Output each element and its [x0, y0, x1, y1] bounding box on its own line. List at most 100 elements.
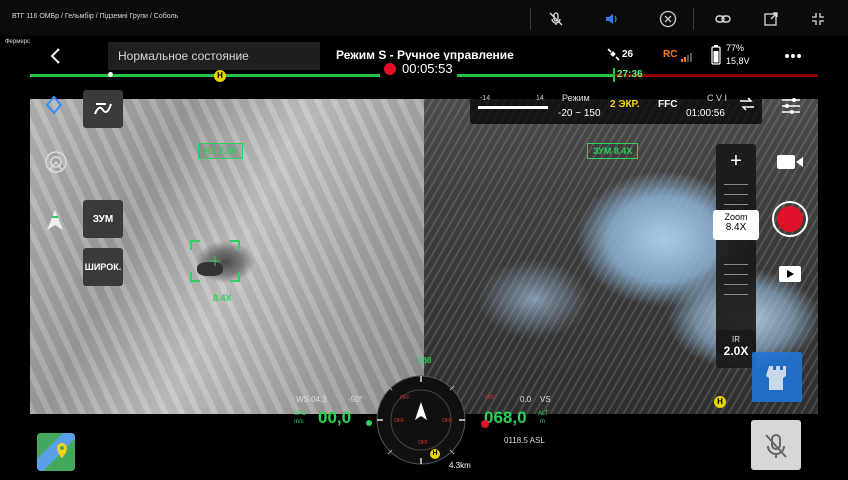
speaker-icon[interactable] [600, 8, 622, 30]
obstacle-off-left: OFF [394, 418, 404, 424]
timeline-marker [108, 72, 113, 77]
tower-button[interactable] [752, 352, 802, 402]
ir-zoom-value: 2.0X [723, 344, 749, 358]
push-to-talk-button[interactable] [751, 420, 801, 470]
obstacle-off-side: OFF [485, 395, 495, 401]
zoom-scale-tick [724, 274, 748, 275]
open-external-icon[interactable] [760, 8, 782, 30]
camera-parameter-bar[interactable]: -14 14 Режим -20 ~ 150 2 ЭКР. FFC C V I … [470, 88, 762, 124]
scribble-icon [94, 103, 112, 115]
zoom-scale-tick [724, 284, 748, 285]
screen-count[interactable]: 2 ЭКР. [610, 99, 640, 110]
recording-indicator: 00:05:53 [380, 60, 457, 77]
altitude-asl: 0118.5 ASL [504, 436, 545, 445]
battery-icon [711, 45, 721, 70]
zoom-scale-tick [724, 184, 748, 185]
mute-mic-icon[interactable] [545, 8, 567, 30]
settings-sliders-icon[interactable] [780, 96, 802, 121]
zoom-level-label: Zoom [724, 212, 748, 222]
map-thumbnail-button[interactable] [37, 433, 75, 471]
vertical-speed-value: 0.0 [520, 395, 532, 404]
compass-diamond-icon[interactable] [45, 95, 63, 119]
more-menu-icon[interactable] [782, 47, 804, 65]
meeting-toolbar: ВТГ 116 ОМБр / Гельмбір / Підземні Групи… [0, 0, 848, 36]
map-icon [37, 433, 75, 471]
altitude-unit: m [540, 419, 545, 425]
gimbal-pitch: -50° [348, 395, 363, 404]
altitude-limit-dot-icon [481, 420, 489, 428]
home-point-marker: H [214, 70, 226, 82]
meeting-title: ВТГ 116 ОМБр / Гельмбір / Підземні Групи… [12, 13, 179, 20]
ev-slider[interactable] [478, 106, 548, 109]
target-frame [190, 240, 240, 282]
altitude-value: 068,0 [484, 408, 527, 427]
obstacle-off-right: OFF [442, 418, 452, 424]
satellite-count: 26 [622, 49, 634, 60]
obstacle-off-bottom: OFF [418, 440, 428, 446]
navigation-arrow-icon[interactable] [45, 208, 65, 237]
zoom-scale-tick [724, 204, 748, 205]
link-icon[interactable] [712, 8, 734, 30]
zoom-level-badge[interactable]: Zoom 8.4X [713, 210, 759, 240]
wide-mode-button[interactable]: ШИРОК. [83, 248, 123, 286]
back-arrow-icon[interactable] [46, 46, 66, 66]
speed-indicator-dot-icon [366, 420, 372, 426]
pen-tool-button[interactable] [83, 90, 123, 128]
aircraft-status-pill[interactable]: Нормальное состояние [108, 42, 320, 70]
zoom-label: ЗУМ 8.4X [587, 143, 639, 159]
altitude-label: ALT [538, 411, 549, 417]
close-circle-icon[interactable] [657, 8, 679, 30]
ev-max-label: 14 [536, 95, 544, 102]
ir-zoom-label: IR [732, 335, 740, 344]
satellite-icon [607, 48, 620, 66]
toolbar-separator [530, 8, 531, 30]
record-button[interactable] [772, 201, 808, 237]
compass-home-marker: H [430, 449, 440, 459]
playback-icon[interactable] [778, 265, 802, 288]
home-distance: 4.3km [449, 461, 471, 470]
ffc-button[interactable]: FFC [658, 99, 677, 110]
remaining-flight-time: 27:36 [617, 69, 643, 80]
speed-label: SPD [294, 411, 307, 417]
ir-zoom-control[interactable]: IR 2.0X [716, 330, 756, 368]
horizontal-speed: 00,0 [318, 408, 352, 427]
video-camera-icon[interactable] [776, 153, 804, 176]
map-home-marker: H [714, 396, 726, 408]
zoom-scale-tick [724, 194, 748, 195]
heading-value: 180 [418, 356, 432, 365]
rc-signal-bars-icon [681, 49, 693, 62]
zoom-level-value: 8.4X [725, 222, 747, 233]
vertical-speed-label: VS [540, 395, 551, 404]
cvi-time: 01:00:56 [686, 108, 725, 119]
timeline-end-marker [613, 68, 615, 82]
camera-mode-label: Режим [562, 93, 590, 103]
muted-mic-icon [765, 434, 787, 458]
flight-timeline-remaining [30, 74, 615, 77]
ir-zoom-label: ИК 2.0X [198, 143, 243, 159]
recording-dot-icon [384, 62, 396, 75]
aircraft-status-text: Нормальное состояние [118, 49, 249, 63]
zoom-scale-tick [724, 294, 748, 295]
zoom-mode-button[interactable]: ЗУМ [83, 200, 123, 238]
zoom-scale-tick [724, 264, 748, 265]
camera-mode-value: -20 ~ 150 [558, 108, 601, 119]
attitude-compass[interactable] [375, 374, 467, 471]
battery-voltage: 15,8V [726, 56, 750, 66]
cvi-label: C V I [707, 93, 728, 103]
radar-icon[interactable] [44, 150, 68, 179]
zoom-in-button[interactable]: + [716, 148, 756, 174]
rc-signal-label: RC [663, 49, 678, 60]
target-zoom-label: 8.4X [213, 293, 232, 303]
obstacle-off-top: OFF [400, 395, 410, 401]
record-dot-icon [777, 206, 803, 232]
toolbar-separator [693, 8, 694, 30]
tower-icon [766, 366, 786, 390]
wind-speed: WS 04.3 [296, 395, 327, 404]
fullscreen-icon[interactable] [807, 8, 829, 30]
recording-timer: 00:05:53 [402, 61, 453, 76]
swap-view-icon[interactable] [738, 96, 756, 117]
zoom-control-panel: + − [716, 144, 756, 354]
ev-min-label: -14 [480, 95, 491, 102]
battery-percent: 77% [726, 43, 745, 53]
drone-app: Нормальное состояние Режим S - Ручное уп… [30, 36, 818, 480]
